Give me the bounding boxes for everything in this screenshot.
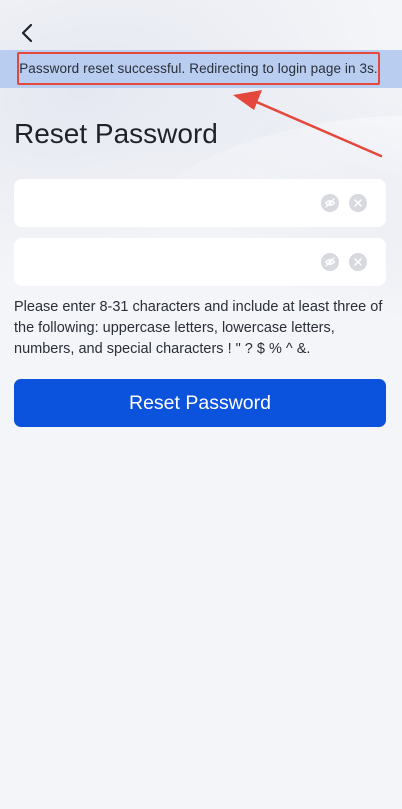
toast-message: Password reset successful. Redirecting t… bbox=[19, 61, 378, 76]
eye-off-icon[interactable] bbox=[321, 253, 339, 271]
confirm-password-field[interactable] bbox=[14, 238, 386, 286]
toast-highlight-box: Password reset successful. Redirecting t… bbox=[17, 52, 380, 85]
clear-icon[interactable] bbox=[349, 253, 367, 271]
reset-password-button[interactable]: Reset Password bbox=[14, 379, 386, 427]
new-password-input[interactable] bbox=[28, 179, 308, 227]
password-requirements-hint: Please enter 8-31 characters and include… bbox=[14, 299, 383, 357]
chevron-left-icon bbox=[21, 23, 33, 43]
eye-off-icon[interactable] bbox=[321, 194, 339, 212]
confirm-password-input[interactable] bbox=[28, 238, 308, 286]
clear-icon[interactable] bbox=[349, 194, 367, 212]
back-button[interactable] bbox=[12, 18, 42, 48]
new-password-field[interactable] bbox=[14, 179, 386, 227]
page-title: Reset Password bbox=[14, 118, 218, 149]
